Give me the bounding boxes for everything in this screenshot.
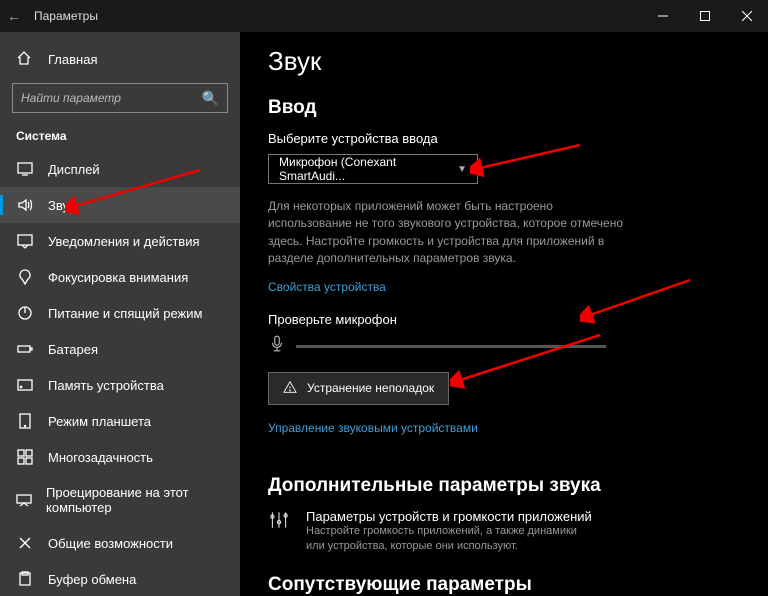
nav-battery[interactable]: Батарея bbox=[0, 331, 240, 367]
manage-devices-link[interactable]: Управление звуковыми устройствами bbox=[268, 421, 478, 435]
shared-icon bbox=[16, 535, 34, 551]
nav-power[interactable]: Питание и спящий режим bbox=[0, 295, 240, 331]
sound-icon bbox=[16, 197, 34, 213]
display-icon bbox=[16, 161, 34, 177]
storage-icon bbox=[16, 377, 34, 393]
window-title: Параметры bbox=[34, 9, 642, 23]
nav-shared[interactable]: Общие возможности bbox=[0, 525, 240, 561]
nav-project[interactable]: Проецирование на этот компьютер bbox=[0, 475, 240, 525]
search-box[interactable]: 🔍 bbox=[12, 83, 228, 113]
search-input[interactable] bbox=[21, 91, 202, 105]
app-volume-desc: Настройте громкость приложений, а также … bbox=[306, 524, 586, 555]
close-button[interactable] bbox=[726, 0, 768, 32]
clipboard-icon bbox=[16, 571, 34, 587]
dropdown-value: Микрофон (Conexant SmartAudi... bbox=[279, 155, 457, 183]
home-label: Главная bbox=[48, 52, 97, 67]
minimize-button[interactable] bbox=[642, 0, 684, 32]
back-button[interactable]: ← bbox=[0, 8, 28, 24]
troubleshoot-button[interactable]: Устранение неполадок bbox=[268, 372, 449, 405]
nav-notifications[interactable]: Уведомления и действия bbox=[0, 223, 240, 259]
nav-display[interactable]: Дисплей bbox=[0, 151, 240, 187]
nav-clipboard[interactable]: Буфер обмена bbox=[0, 561, 240, 596]
tablet-icon bbox=[16, 413, 34, 429]
power-icon bbox=[16, 305, 34, 321]
project-icon bbox=[16, 492, 32, 508]
input-description: Для некоторых приложений может быть наст… bbox=[268, 198, 628, 268]
device-properties-link[interactable]: Свойства устройства bbox=[268, 280, 386, 294]
category-label: Система bbox=[0, 123, 240, 151]
warning-icon bbox=[283, 380, 297, 397]
nav-sound[interactable]: Звук bbox=[0, 187, 240, 223]
search-icon: 🔍 bbox=[202, 90, 219, 107]
nav-focus[interactable]: Фокусировка внимания bbox=[0, 259, 240, 295]
related-heading: Сопутствующие параметры bbox=[268, 574, 748, 596]
focus-icon bbox=[16, 269, 34, 285]
nav-tablet[interactable]: Режим планшета bbox=[0, 403, 240, 439]
maximize-button[interactable] bbox=[684, 0, 726, 32]
advanced-heading: Дополнительные параметры звука bbox=[268, 475, 748, 497]
notification-icon bbox=[16, 233, 34, 249]
choose-input-label: Выберите устройства ввода bbox=[268, 131, 748, 146]
page-title: Звук bbox=[268, 46, 748, 77]
nav-multitask[interactable]: Многозадачность bbox=[0, 439, 240, 475]
mic-level-bar bbox=[296, 345, 606, 348]
multitask-icon bbox=[16, 449, 34, 465]
test-mic-label: Проверьте микрофон bbox=[268, 312, 748, 327]
app-volume-title: Параметры устройств и громкости приложен… bbox=[306, 509, 592, 524]
mixer-icon bbox=[268, 509, 294, 555]
app-volume-option[interactable]: Параметры устройств и громкости приложен… bbox=[268, 509, 748, 555]
microphone-icon bbox=[268, 335, 286, 358]
home-icon bbox=[16, 50, 34, 69]
nav-storage[interactable]: Память устройства bbox=[0, 367, 240, 403]
home-link[interactable]: Главная bbox=[0, 42, 240, 79]
input-heading: Ввод bbox=[268, 97, 748, 119]
chevron-down-icon: ▼ bbox=[457, 164, 467, 175]
battery-icon bbox=[16, 341, 34, 357]
input-device-dropdown[interactable]: Микрофон (Conexant SmartAudi... ▼ bbox=[268, 154, 478, 184]
